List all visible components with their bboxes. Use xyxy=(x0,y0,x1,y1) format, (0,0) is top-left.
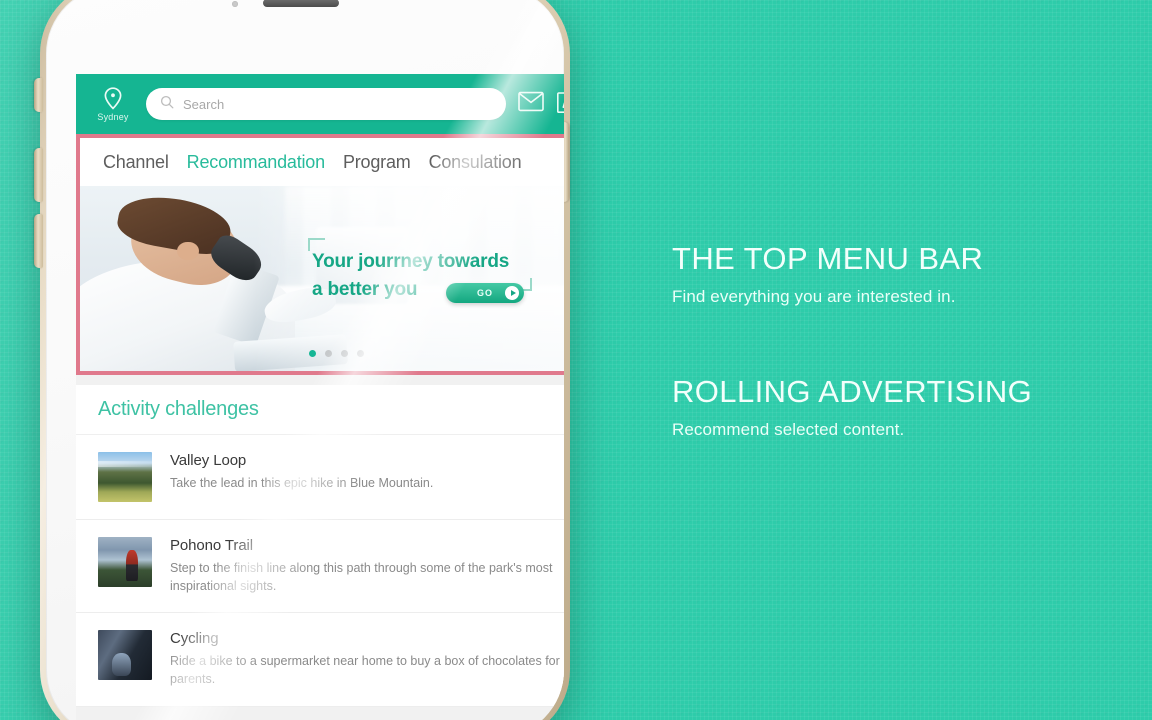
volume-down-button[interactable] xyxy=(34,214,43,268)
activity-challenges-header: Activity challenges » xyxy=(76,385,564,435)
list-item-description: Step to the finish line along this path … xyxy=(170,561,553,594)
play-arrow-icon xyxy=(505,286,519,300)
app-header-bar: Sydney Search xyxy=(76,74,564,134)
annotation-title: ROLLING ADVERTISING xyxy=(672,374,1033,409)
envelope-icon[interactable] xyxy=(518,91,544,117)
banner-line-1: Your jourrney towards xyxy=(312,251,510,272)
tab-channel[interactable]: Channel xyxy=(94,152,178,173)
list-item-description: Take the lead in this epic hike in Blue … xyxy=(170,476,434,490)
annotation-top-menu-bar: THE TOP MENU BAR Find everything you are… xyxy=(672,241,1142,307)
location-button[interactable]: Sydney xyxy=(92,86,134,122)
header-actions xyxy=(518,90,564,119)
list-item-text: Valley Loop Take the lead in this epic h… xyxy=(170,452,564,492)
carousel-dots xyxy=(80,350,564,357)
rolling-advertising-banner[interactable]: Your jourrney towards a better you GO xyxy=(80,186,564,371)
activity-challenges-title: Activity challenges xyxy=(98,398,259,420)
search-icon xyxy=(160,95,174,114)
list-item-title: Pohono Trail xyxy=(170,537,254,554)
front-camera-icon xyxy=(232,1,238,7)
phone-mockup: Sydney Search Channel Recommandation Pro… xyxy=(6,0,596,720)
phone-front-bezel: Sydney Search Channel Recommandation Pro… xyxy=(46,0,564,720)
double-chevron-right-icon[interactable]: » xyxy=(563,400,564,419)
list-item[interactable]: Valley Loop Take the lead in this epic h… xyxy=(76,435,564,520)
annotation-subtitle: Find everything you are interested in. xyxy=(672,287,956,307)
scientist-ear xyxy=(177,241,199,260)
volume-up-button[interactable] xyxy=(34,148,43,202)
search-input[interactable]: Search xyxy=(146,88,506,120)
hiker-by-lake-thumbnail xyxy=(98,537,152,587)
earpiece-speaker xyxy=(263,0,339,7)
annotation-title: THE TOP MENU BAR xyxy=(672,241,984,276)
carousel-dot-3[interactable] xyxy=(340,350,348,357)
list-item[interactable]: Cycling Ride a bike to a supermarket nea… xyxy=(76,613,564,707)
search-placeholder-text: Search xyxy=(183,96,225,112)
map-pin-icon xyxy=(102,86,124,111)
list-item[interactable]: Pohono Trail Step to the finish line alo… xyxy=(76,520,564,614)
banner-copy: Your jourrney towards a better you GO xyxy=(312,248,564,303)
go-button-label: GO xyxy=(476,288,493,298)
silent-switch-button[interactable] xyxy=(34,78,43,112)
valley-landscape-thumbnail xyxy=(98,452,152,502)
tab-recommandation[interactable]: Recommandation xyxy=(178,152,334,173)
carousel-dot-1[interactable] xyxy=(308,350,316,357)
activity-challenges-card: Activity challenges » Valley Loop Take t… xyxy=(76,385,564,707)
phone-screen: Sydney Search Channel Recommandation Pro… xyxy=(76,74,564,720)
list-item-text: Pohono Trail Step to the finish line alo… xyxy=(170,537,564,595)
tab-consulation[interactable]: Consulation xyxy=(420,152,531,173)
annotation-panel: THE TOP MENU BAR Find everything you are… xyxy=(672,0,1142,720)
carousel-dot-4[interactable] xyxy=(356,350,364,357)
list-item-text: Cycling Ride a bike to a supermarket nea… xyxy=(170,630,564,688)
carousel-dot-2[interactable] xyxy=(324,350,332,357)
tab-program[interactable]: Program xyxy=(334,152,420,173)
cyclist-street-thumbnail xyxy=(98,630,152,681)
highlight-callout-region: Channel Recommandation Program Consulati… xyxy=(76,134,564,375)
banner-go-button[interactable]: GO xyxy=(446,283,524,303)
location-label: Sydney xyxy=(97,112,129,122)
list-item-title: Valley Loop xyxy=(170,452,247,469)
banner-line-2: a better you xyxy=(312,278,418,300)
annotation-rolling-advertising: ROLLING ADVERTISING Recommend selected c… xyxy=(672,374,1142,440)
top-menu-bar: Channel Recommandation Program Consulati… xyxy=(80,138,564,186)
annotation-subtitle: Recommend selected content. xyxy=(672,420,905,440)
compose-pencil-icon[interactable] xyxy=(556,90,564,119)
list-item-title: Cycling xyxy=(170,630,219,648)
list-item-description: Ride a bike to a supermarket near home t… xyxy=(170,654,560,687)
